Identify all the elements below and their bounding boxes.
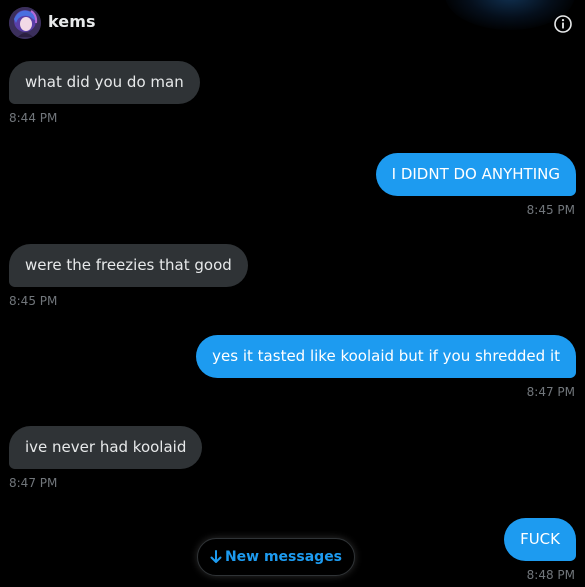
message-bubble-outgoing[interactable]: yes it tasted like koolaid but if you sh… [196, 335, 576, 378]
message-timestamp: 8:47 PM [526, 385, 575, 399]
message-bubble-outgoing[interactable]: FUCK [504, 518, 576, 561]
arrow-down-icon [210, 550, 222, 564]
message-timestamp: 8:48 PM [526, 568, 575, 582]
new-messages-label: New messages [224, 549, 343, 565]
message-bubble-incoming[interactable]: were the freezies that good [9, 244, 248, 287]
message-timestamp: 8:44 PM [9, 111, 58, 125]
dm-conversation: kems what did you do man 8:44 PM I DIDNT… [0, 0, 585, 587]
message-bubble-incoming[interactable]: ive never had koolaid [9, 426, 203, 469]
message-timestamp: 8:45 PM [526, 203, 575, 217]
avatar[interactable] [9, 7, 41, 39]
contact-name[interactable]: kems [48, 12, 96, 31]
conversation-header: kems [0, 0, 585, 46]
message-bubble-outgoing[interactable]: I DIDNT DO ANYHTING [375, 153, 576, 196]
message-timestamp: 8:47 PM [9, 476, 58, 490]
message-timestamp: 8:45 PM [9, 294, 58, 308]
info-icon[interactable] [553, 14, 573, 34]
message-bubble-incoming[interactable]: what did you do man [9, 61, 200, 104]
new-messages-button[interactable]: New messages [197, 538, 355, 576]
